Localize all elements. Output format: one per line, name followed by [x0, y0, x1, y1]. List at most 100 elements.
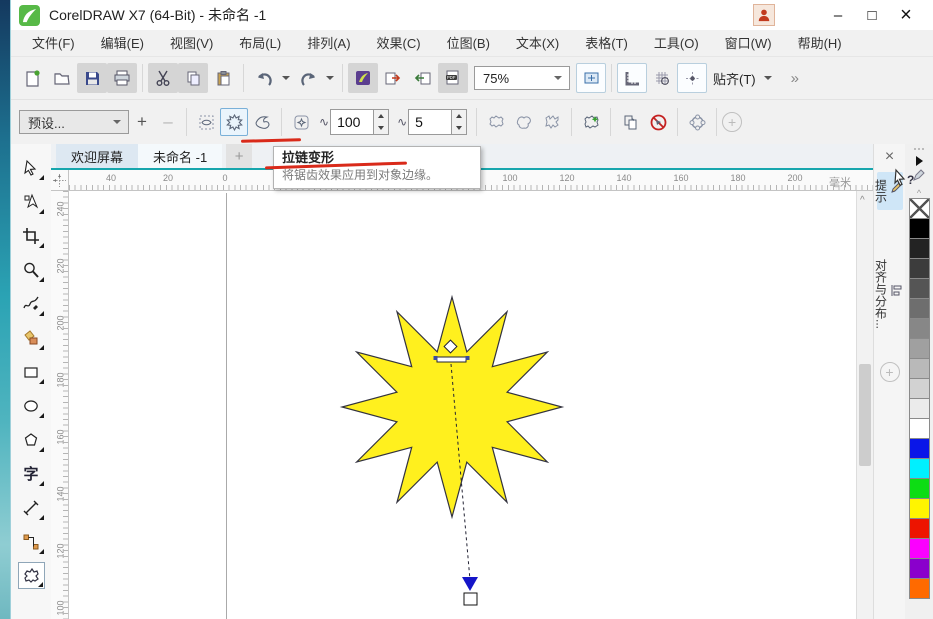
drawing-canvas[interactable] — [69, 191, 856, 619]
scroll-up-arrow[interactable]: ^ — [860, 195, 865, 206]
canvas-drawing[interactable] — [69, 191, 856, 618]
copy-distortion-button[interactable] — [616, 108, 644, 136]
search-content-button[interactable] — [348, 63, 378, 93]
slider-left-node[interactable] — [434, 356, 438, 360]
menu-item-2[interactable]: 视图(V) — [157, 30, 226, 57]
maximize-button[interactable]: □ — [855, 3, 889, 27]
color-swatch-cyan[interactable] — [909, 458, 930, 479]
color-swatch-70-black[interactable] — [909, 278, 930, 299]
clear-distortion-button[interactable] — [644, 108, 672, 136]
rectangle-tool[interactable] — [18, 358, 45, 385]
menu-item-5[interactable]: 效果(C) — [364, 30, 434, 57]
color-swatch-20-black[interactable] — [909, 378, 930, 399]
menu-item-3[interactable]: 布局(L) — [226, 30, 294, 57]
menu-item-6[interactable]: 位图(B) — [434, 30, 503, 57]
distortion-slider-bar[interactable] — [437, 357, 466, 362]
paste-button[interactable] — [208, 63, 238, 93]
close-button[interactable]: × — [889, 3, 923, 27]
preset-list-combobox[interactable]: 预设... — [19, 110, 129, 134]
new-document-button[interactable] — [17, 63, 47, 93]
zipper-distortion-button[interactable] — [220, 108, 248, 136]
menu-item-11[interactable]: 帮助(H) — [785, 30, 855, 57]
menu-item-9[interactable]: 工具(O) — [641, 30, 712, 57]
amplitude-value[interactable]: 100 — [330, 109, 374, 135]
publish-to-pdf-button[interactable]: PDF — [438, 63, 468, 93]
tab-welcome-screen[interactable]: 欢迎屏幕 — [56, 144, 138, 168]
amplitude-spin-arrows[interactable] — [374, 109, 389, 135]
color-swatch-blue[interactable] — [909, 438, 930, 459]
add-preset-button[interactable]: + — [129, 109, 155, 135]
color-swatch-50-black[interactable] — [909, 318, 930, 339]
menu-item-7[interactable]: 文本(X) — [503, 30, 572, 57]
snap-to-dropdown[interactable]: 贴齐(T) — [707, 69, 781, 88]
menu-item-10[interactable]: 窗口(W) — [712, 30, 785, 57]
show-rulers-button[interactable] — [617, 63, 647, 93]
new-tab-button[interactable]: + — [226, 144, 252, 168]
zoom-tool[interactable] — [18, 256, 45, 283]
random-distortion-button[interactable] — [482, 108, 510, 136]
smooth-distortion-button[interactable] — [510, 108, 538, 136]
minimize-button[interactable]: – — [821, 3, 855, 27]
docker-tab-align-distribute[interactable]: 对齐与分布... — [877, 252, 903, 336]
color-swatch-10-black[interactable] — [909, 398, 930, 419]
export-button[interactable] — [378, 63, 408, 93]
menu-item-0[interactable]: 文件(F) — [19, 30, 88, 57]
open-button[interactable] — [47, 63, 77, 93]
print-button[interactable] — [107, 63, 137, 93]
quick-customize-docker-button[interactable]: + — [880, 362, 900, 382]
color-swatch-40-black[interactable] — [909, 338, 930, 359]
parallel-dimension-tool[interactable] — [18, 494, 45, 521]
new-distortion-button[interactable] — [577, 108, 605, 136]
zipper-amplitude-spinner[interactable]: ∿ 100 — [319, 109, 389, 135]
connector-tool[interactable] — [18, 528, 45, 555]
freehand-tool[interactable] — [18, 290, 45, 317]
frequency-value[interactable]: 5 — [408, 109, 452, 135]
zoom-level-combobox[interactable]: 75% — [474, 66, 570, 90]
vertical-ruler[interactable]: 240220200180160140120100 — [51, 191, 69, 619]
color-swatch-30-black[interactable] — [909, 358, 930, 379]
crop-tool[interactable] — [18, 222, 45, 249]
slider-right-node[interactable] — [466, 356, 470, 360]
color-swatch-purple[interactable] — [909, 558, 930, 579]
snap-options-button[interactable] — [677, 63, 707, 93]
undo-button[interactable] — [249, 63, 279, 93]
ellipse-tool[interactable] — [18, 392, 45, 419]
menu-item-1[interactable]: 编辑(E) — [88, 30, 157, 57]
star-shape[interactable] — [342, 297, 562, 517]
docker-close-button[interactable]: × — [874, 144, 905, 170]
polygon-tool[interactable] — [18, 426, 45, 453]
color-swatch-orange[interactable] — [909, 578, 930, 599]
color-swatch-black[interactable] — [909, 218, 930, 239]
text-tool[interactable]: 字 — [18, 460, 45, 487]
twister-distortion-button[interactable] — [248, 108, 276, 136]
ruler-origin-button[interactable] — [51, 170, 69, 191]
shape-tool[interactable] — [18, 188, 45, 215]
palette-flyout-arrow[interactable] — [916, 156, 923, 166]
redo-button[interactable] — [293, 63, 323, 93]
redo-dropdown-arrow[interactable] — [326, 76, 334, 80]
copy-button[interactable] — [178, 63, 208, 93]
distortion-arrow-head[interactable] — [462, 577, 478, 591]
center-distortion-button[interactable] — [683, 108, 711, 136]
color-swatch-yellow[interactable] — [909, 498, 930, 519]
color-swatch-green[interactable] — [909, 478, 930, 499]
color-swatch-red[interactable] — [909, 518, 930, 539]
color-swatch-white[interactable] — [909, 418, 930, 439]
menu-item-8[interactable]: 表格(T) — [572, 30, 641, 57]
menu-item-4[interactable]: 排列(A) — [294, 30, 363, 57]
color-swatch-80-black[interactable] — [909, 258, 930, 279]
full-screen-preview-button[interactable] — [576, 63, 606, 93]
account-sign-in-button[interactable] — [753, 4, 775, 26]
color-swatch-magenta[interactable] — [909, 538, 930, 559]
toolbar-overflow-button[interactable]: » — [791, 70, 799, 87]
local-distortion-button[interactable] — [538, 108, 566, 136]
distortion-end-handle[interactable] — [464, 593, 477, 605]
palette-grip[interactable] — [914, 146, 924, 152]
scrollbar-thumb[interactable] — [859, 364, 871, 466]
distort-tool[interactable] — [18, 562, 45, 589]
vertical-scrollbar[interactable]: ^ — [856, 191, 873, 619]
save-button[interactable] — [77, 63, 107, 93]
tab-untitled-1[interactable]: 未命名 -1 — [138, 144, 222, 168]
undo-dropdown-arrow[interactable] — [282, 76, 290, 80]
color-swatch-60-black[interactable] — [909, 298, 930, 319]
